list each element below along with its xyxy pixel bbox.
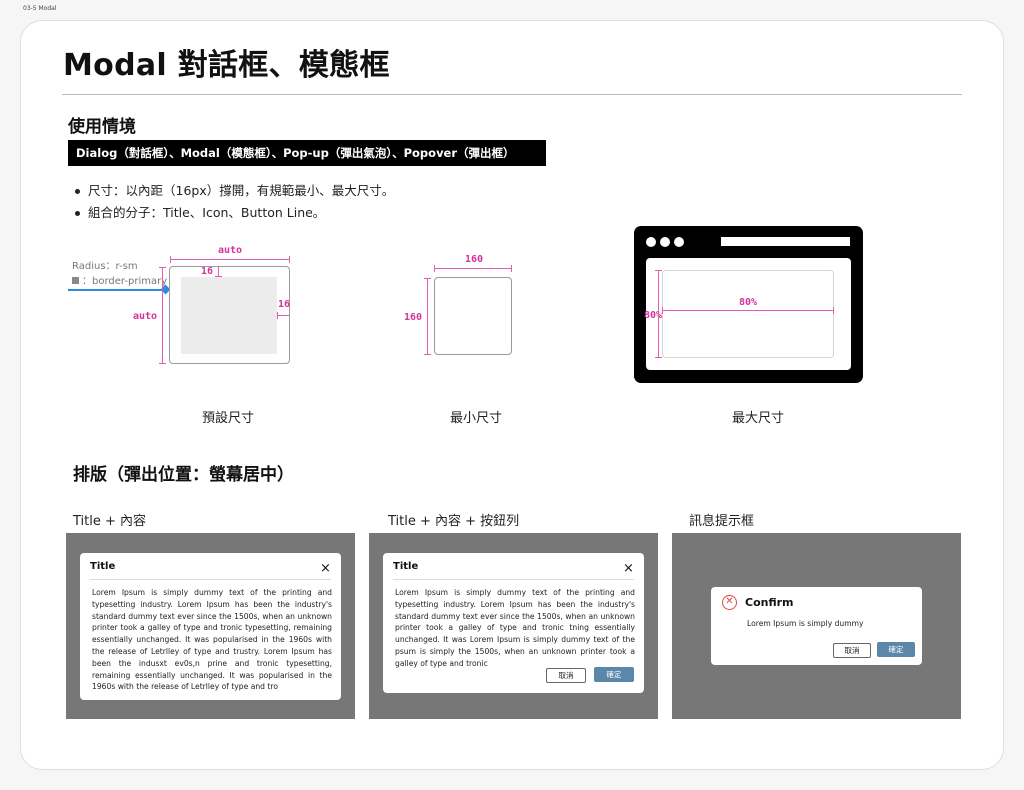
dim-tick [662, 307, 663, 314]
padding-right-label: 16 [278, 299, 291, 310]
default-height-line [162, 267, 163, 364]
usage-heading: 使用情境 [68, 117, 136, 137]
cancel-button[interactable]: 取消 [833, 643, 871, 658]
modal-body: Lorem Ipsum is simply dummy text of the … [395, 588, 635, 668]
padding-top-label: 16 [201, 266, 214, 277]
modal-divider [90, 579, 331, 580]
cancel-button[interactable]: 取消 [546, 668, 586, 683]
overlay-stage-1: Title × Lorem Ipsum is simply dummy text… [66, 533, 355, 719]
modal-confirm: ✕ Confirm Lorem Ipsum is simply dummy 取消… [711, 587, 922, 665]
min-width-line [434, 268, 512, 269]
dim-tick [170, 256, 171, 263]
confirm-message: Lorem Ipsum is simply dummy [747, 619, 864, 628]
dim-tick [833, 307, 834, 314]
dim-tick [215, 276, 222, 277]
modal-title: Title [393, 561, 419, 572]
content-area [181, 277, 277, 354]
min-modal-outline [434, 277, 512, 355]
modal-divider [393, 579, 634, 580]
error-icon: ✕ [722, 595, 737, 610]
max-height-line [658, 270, 659, 358]
usage-bullets: 尺寸：以內距（16px）撐開，有規範最小、最大尺寸。 組合的分子：Title、I… [74, 180, 394, 224]
max-width-label: 80% [739, 297, 758, 308]
alias-bar: Dialog（對話框）、Modal（模態框）、Pop-up（彈出氣泡）、Popo… [68, 140, 546, 166]
caption-min: 最小尺寸 [449, 411, 502, 426]
radius-note: Radius：r-sm [72, 261, 138, 272]
frame-label: 03-5 Modal [23, 5, 57, 12]
dim-tick [511, 265, 512, 272]
bullet-components: 組合的分子：Title、Icon、Button Line。 [74, 202, 394, 224]
border-note: ：border-primary [72, 272, 167, 287]
default-width-label: auto [218, 245, 243, 256]
dim-tick [159, 267, 166, 268]
min-height-label: 160 [404, 312, 423, 323]
window-dot [674, 237, 684, 247]
min-height-line [427, 278, 428, 355]
window-dot [660, 237, 670, 247]
border-swatch [72, 277, 79, 284]
layout-heading: 排版（彈出位置：螢幕居中） [73, 465, 294, 485]
max-height-label: 80% [644, 310, 663, 321]
modal-title-content: Title × Lorem Ipsum is simply dummy text… [80, 553, 341, 700]
max-modal-outline [662, 270, 834, 358]
confirm-button[interactable]: 確定 [877, 642, 915, 657]
variant-label-1: Title + 內容 [73, 514, 147, 529]
bullet-size: 尺寸：以內距（16px）撐開，有規範最小、最大尺寸。 [74, 180, 394, 202]
modal-body: Lorem Ipsum is simply dummy text of the … [92, 588, 332, 692]
padding-right-line [277, 315, 289, 316]
pointer-line [68, 289, 165, 291]
dim-tick [655, 270, 662, 271]
min-width-label: 160 [465, 254, 484, 265]
confirm-button[interactable]: 確定 [594, 667, 634, 682]
dim-tick [159, 363, 166, 364]
caption-default: 預設尺寸 [201, 411, 254, 426]
default-width-line [170, 259, 290, 260]
confirm-title: Confirm [745, 596, 794, 609]
border-note-text: ：border-primary [82, 276, 168, 287]
close-icon[interactable]: × [623, 562, 634, 575]
variant-label-2: Title + 內容 + 按鈕列 [388, 514, 520, 529]
dim-tick [424, 278, 431, 279]
caption-max: 最大尺寸 [731, 411, 784, 426]
title-divider [62, 94, 962, 95]
close-icon[interactable]: × [320, 562, 331, 575]
window-dot [646, 237, 656, 247]
default-height-label: auto [133, 311, 158, 322]
overlay-stage-2: Title × Lorem Ipsum is simply dummy text… [369, 533, 658, 719]
max-width-line [662, 310, 834, 311]
modal-title: Title [90, 561, 116, 572]
dim-tick [655, 357, 662, 358]
dim-tick [424, 354, 431, 355]
dim-tick [434, 265, 435, 272]
modal-title-content-buttons: Title × Lorem Ipsum is simply dummy text… [383, 553, 644, 693]
overlay-stage-3: ✕ Confirm Lorem Ipsum is simply dummy 取消… [672, 533, 961, 719]
dim-tick [289, 256, 290, 263]
variant-label-3: 訊息提示框 [689, 514, 755, 529]
dim-tick [277, 312, 278, 319]
page-title: Modal 對話框、模態框 [63, 48, 390, 83]
address-bar [721, 237, 850, 246]
